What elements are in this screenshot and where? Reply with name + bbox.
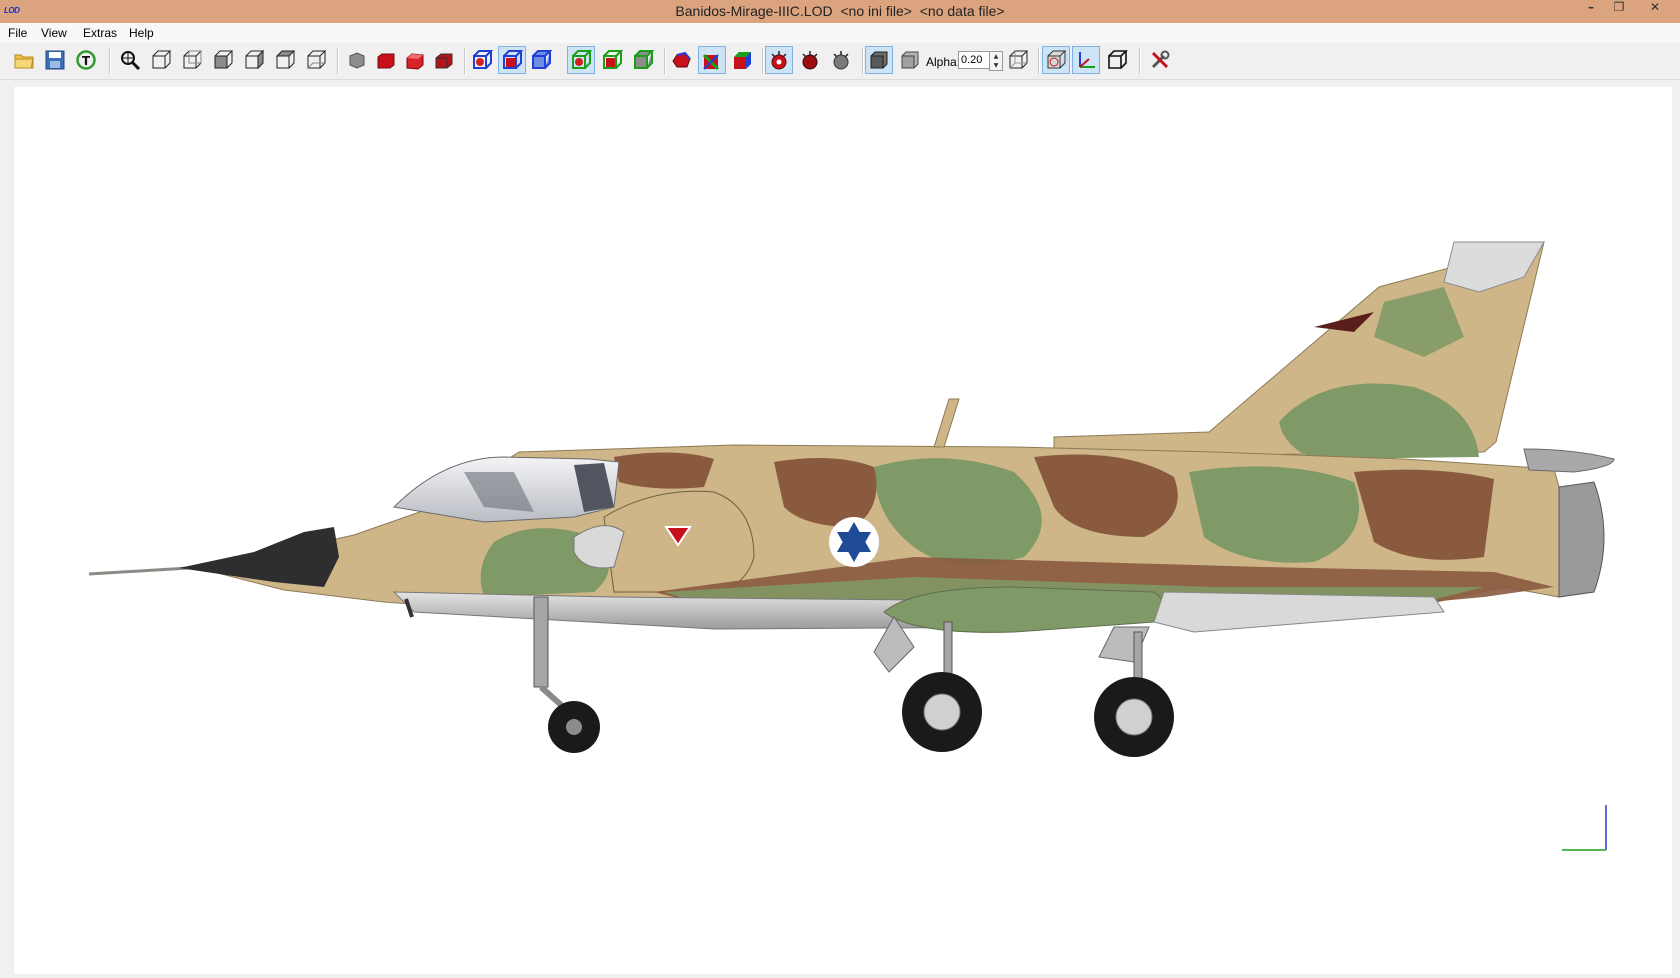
gray-box-icon[interactable] — [865, 46, 893, 74]
alpha-spinner[interactable]: ▲ ▼ — [989, 51, 1003, 71]
window-title: Banidos-Mirage-IIIC.LOD <no ini file> <n… — [675, 3, 1005, 19]
title-bar: LOD Banidos-Mirage-IIIC.LOD <no ini file… — [0, 0, 1680, 23]
menu-extras[interactable]: Extras — [83, 26, 117, 40]
menu-bar: File View Extras Help — [0, 23, 1680, 43]
nose-cone — [179, 527, 339, 587]
view-front-icon[interactable] — [147, 46, 175, 74]
menu-file[interactable]: File — [8, 26, 27, 40]
green-shaded-icon[interactable] — [629, 46, 657, 74]
toolbar: T Alpha: 0.20 ▲ ▼ — [0, 43, 1680, 80]
view-left-icon[interactable] — [209, 46, 237, 74]
pitot-probe — [88, 566, 190, 576]
red-shaded-icon[interactable] — [401, 46, 429, 74]
3d-viewport[interactable] — [14, 87, 1672, 974]
cube-outline-icon[interactable] — [1103, 46, 1131, 74]
bomb-gray-icon[interactable] — [827, 46, 855, 74]
exhaust-nozzle — [1558, 481, 1605, 598]
view-back-icon[interactable] — [178, 46, 206, 74]
spin-up-icon[interactable]: ▲ — [990, 52, 1002, 61]
settings-tools-icon[interactable] — [1146, 46, 1174, 74]
spin-down-icon[interactable]: ▼ — [990, 61, 1002, 70]
blue-shaded-icon[interactable] — [527, 46, 555, 74]
reload-icon[interactable]: T — [72, 46, 100, 74]
restore-button[interactable]: ❐ — [1604, 0, 1634, 20]
save-icon[interactable] — [41, 46, 69, 74]
view-right-icon[interactable] — [240, 46, 268, 74]
axes-icon[interactable] — [1072, 46, 1100, 74]
close-button[interactable]: ✕ — [1640, 0, 1670, 20]
menu-view[interactable]: View — [41, 26, 67, 40]
view-bottom-icon[interactable] — [302, 46, 330, 74]
gray-shape-icon[interactable] — [343, 46, 371, 74]
grid-icon[interactable] — [1042, 46, 1070, 74]
svg-text:T: T — [82, 54, 91, 68]
rgb-cube-icon[interactable] — [728, 46, 756, 74]
red-solid-icon[interactable] — [372, 46, 400, 74]
minimize-button[interactable]: – — [1576, 0, 1606, 20]
transparent-box-icon[interactable] — [896, 46, 924, 74]
red-textured-icon[interactable] — [430, 46, 458, 74]
green-wireframe-icon[interactable] — [567, 46, 595, 74]
bomb-icon[interactable] — [765, 46, 793, 74]
open-folder-icon[interactable] — [10, 46, 38, 74]
blue-solid-icon[interactable] — [498, 46, 526, 74]
normals-icon[interactable] — [698, 46, 726, 74]
aircraft-model — [88, 241, 1615, 851]
menu-help[interactable]: Help — [129, 26, 154, 40]
transparency-box-icon[interactable] — [1004, 46, 1032, 74]
blue-wireframe-icon[interactable] — [468, 46, 496, 74]
zoom-fit-icon[interactable] — [116, 46, 144, 74]
view-top-icon[interactable] — [271, 46, 299, 74]
bomb-dark-icon[interactable] — [796, 46, 824, 74]
alpha-label: Alpha: — [926, 55, 961, 69]
green-solid-icon[interactable] — [598, 46, 626, 74]
nose-gear-strut — [533, 596, 549, 688]
colored-shape-icon[interactable] — [667, 46, 695, 74]
